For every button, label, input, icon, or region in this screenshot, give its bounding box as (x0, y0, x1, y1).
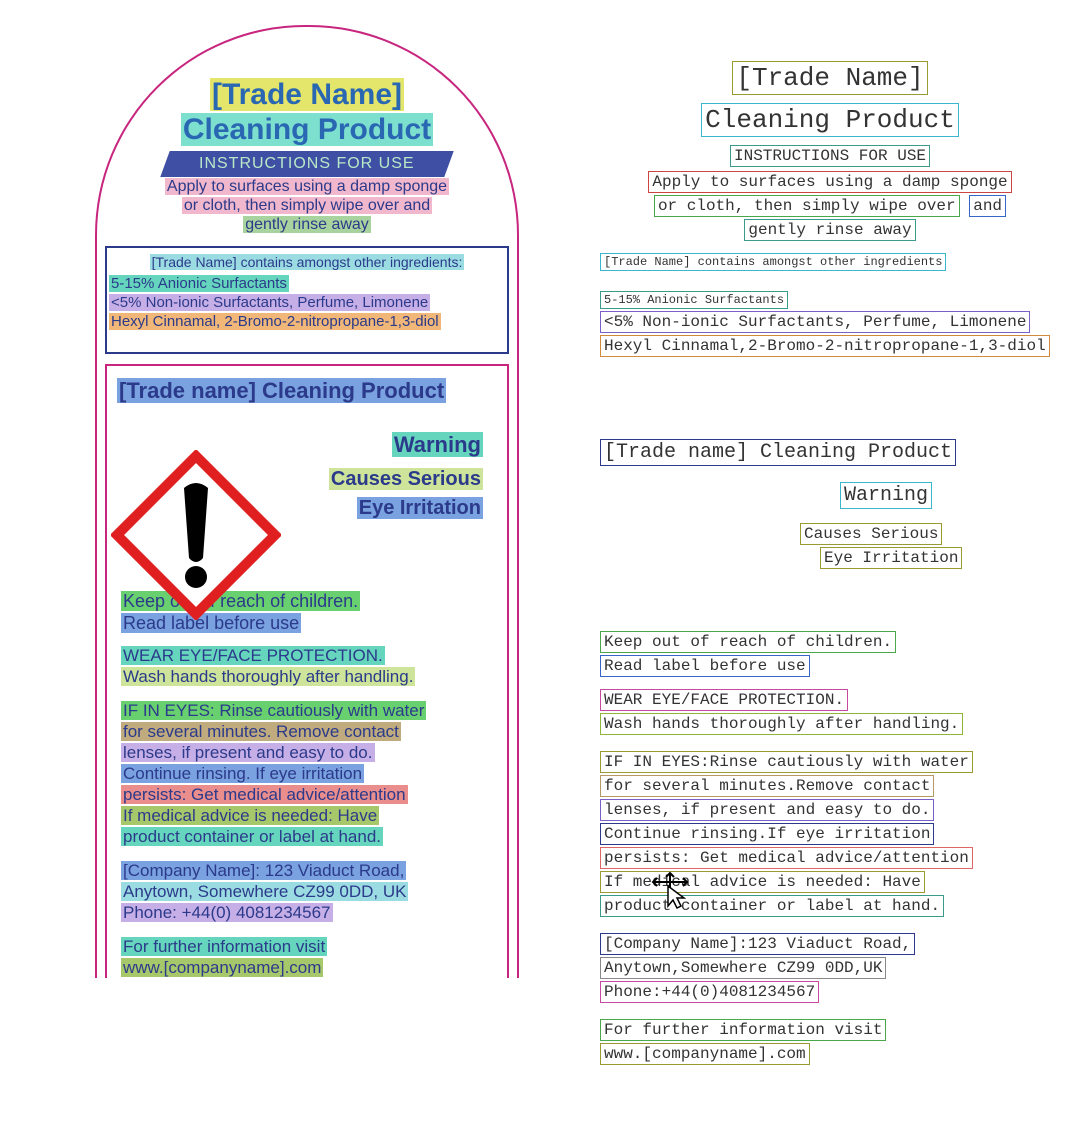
company-line: [Company Name]: 123 Viaduct Road, (121, 861, 406, 880)
bottle-outline: [Trade Name] Cleaning Product INSTRUCTIO… (95, 25, 519, 978)
ocr-box: and (969, 195, 1006, 217)
product-label-mockup: [Trade Name] Cleaning Product INSTRUCTIO… (95, 25, 515, 979)
ocr-box: <5% Non-ionic Surfactants, Perfume, Limo… (600, 311, 1030, 333)
precaution-line: Wash hands thoroughly after handling. (121, 667, 415, 686)
company-line: Phone: +44(0) 4081234567 (121, 903, 333, 922)
ocr-box: [Trade name] Cleaning Product (600, 439, 956, 466)
instructions-line: or cloth, then simply wipe over and (182, 197, 432, 214)
ocr-box: [Company Name]:123 Viaduct Road, (600, 933, 915, 955)
hazard-detail-box: [Trade name] Cleaning Product Warning Ca… (105, 364, 509, 978)
ingredient-line: <5% Non-ionic Surfactants, Perfume, Limo… (109, 294, 430, 311)
ocr-box: 5-15% Anionic Surfactants (600, 291, 788, 309)
ghs-hazard-pictogram-icon (111, 450, 281, 620)
trade-name-title: [Trade Name] (210, 78, 404, 111)
product-type-title: Cleaning Product (181, 113, 433, 146)
more-info-line: For further information visit (121, 937, 327, 956)
precaution-line: persists: Get medical advice/attention (121, 785, 408, 804)
warning-word: Warning (392, 432, 483, 457)
ocr-box: For further information visit (600, 1019, 886, 1041)
ocr-result-panel: [Trade Name] Cleaning Product INSTRUCTIO… (600, 60, 1060, 1066)
precaution-line: lenses, if present and easy to do. (121, 743, 375, 762)
ocr-box: Causes Serious (800, 523, 942, 545)
instructions-header: INSTRUCTIONS FOR USE (160, 151, 453, 177)
ocr-box: Keep out of reach of children. (600, 631, 896, 653)
more-info-line: www.[companyname].com (121, 958, 323, 977)
ocr-box: for several minutes.Remove contact (600, 775, 934, 797)
ocr-box: If medical advice is needed: Have (600, 871, 925, 893)
precaution-line: Continue rinsing. If eye irritation (121, 764, 364, 783)
hazard-statement: Causes Serious (329, 468, 483, 490)
ingredient-line: 5-15% Anionic Surfactants (109, 275, 289, 292)
ocr-box: Wash hands thoroughly after handling. (600, 713, 963, 735)
precaution-line: WEAR EYE/FACE PROTECTION. (121, 646, 385, 665)
ocr-box: INSTRUCTIONS FOR USE (730, 145, 930, 167)
precaution-line: for several minutes. Remove contact (121, 722, 401, 741)
ocr-box: Anytown,Somewhere CZ99 0DD,UK (600, 957, 886, 979)
ingredient-line: Hexyl Cinnamal, 2-Bromo-2-nitropropane-1… (109, 313, 441, 330)
ingredients-box: [Trade Name] contains amongst other ingr… (105, 246, 509, 354)
ocr-box: persists: Get medical advice/attention (600, 847, 973, 869)
ocr-box: lenses, if present and easy to do. (600, 799, 934, 821)
ocr-box: [Trade Name] (732, 61, 927, 95)
ocr-box: Read label before use (600, 655, 810, 677)
ocr-box: Phone:+44(0)4081234567 (600, 981, 819, 1003)
precaution-line: IF IN EYES: Rinse cautiously with water (121, 701, 426, 720)
section-title: [Trade name] Cleaning Product (117, 378, 446, 403)
ocr-box: gently rinse away (744, 219, 915, 241)
ocr-box: IF IN EYES:Rinse cautiously with water (600, 751, 973, 773)
ocr-box: product container or label at hand. (600, 895, 944, 917)
company-line: Anytown, Somewhere CZ99 0DD, UK (121, 882, 408, 901)
hazard-statement: Eye Irritation (357, 497, 483, 519)
ocr-box: Apply to surfaces using a damp sponge (648, 171, 1011, 193)
precaution-line: product container or label at hand. (121, 827, 383, 846)
ocr-box: www.[companyname].com (600, 1043, 810, 1065)
ocr-box: Warning (840, 482, 932, 509)
ocr-box: Continue rinsing.If eye irritation (600, 823, 934, 845)
ocr-box: WEAR EYE/FACE PROTECTION. (600, 689, 848, 711)
ocr-box: or cloth, then simply wipe over (654, 195, 960, 217)
ocr-box: Eye Irritation (820, 547, 962, 569)
precaution-line: If medical advice is needed: Have (121, 806, 379, 825)
instructions-line: Apply to surfaces using a damp sponge (165, 178, 449, 195)
ocr-box: Cleaning Product (701, 103, 959, 137)
ingredients-title: [Trade Name] contains amongst other ingr… (150, 254, 465, 270)
ocr-box: Hexyl Cinnamal,2-Bromo-2-nitropropane-1,… (600, 335, 1050, 357)
ocr-box: [Trade Name] contains amongst other ingr… (600, 253, 946, 271)
instructions-line: gently rinse away (243, 216, 371, 233)
